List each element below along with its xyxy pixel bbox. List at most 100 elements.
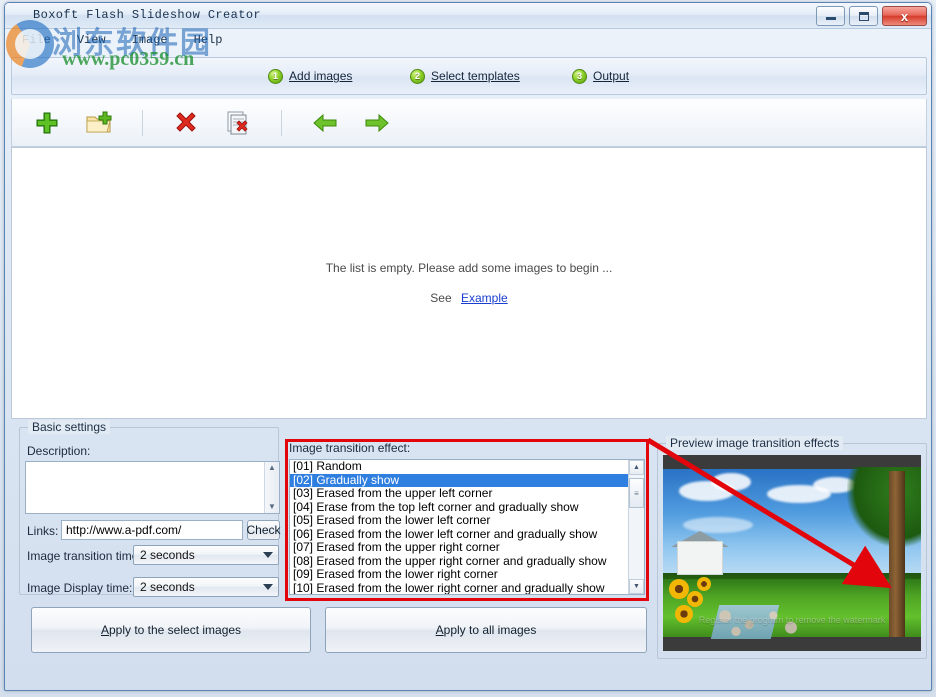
arrow-right-icon [364,112,390,134]
menu-item-view[interactable]: View [73,32,110,48]
step-2-text: elect templates [439,69,520,83]
add-folder-button[interactable] [82,106,116,140]
scroll-down-icon[interactable]: ▼ [268,501,276,513]
apply-all-text: pply to all images [444,623,537,637]
document-delete-icon [224,109,252,137]
toolbar-separator-1 [142,110,143,136]
cloud-shape [711,473,751,491]
transition-effect-list[interactable]: [01] Random [02] Gradually show [03] Era… [289,459,645,595]
tree-canopy [847,467,921,547]
apply-selected-label: Apply to the select images [101,623,241,637]
maximize-icon [859,12,869,21]
close-button[interactable]: x [882,6,927,26]
description-scrollbar[interactable]: ▲ ▼ [264,462,279,513]
display-time-label: Image Display time: [27,581,132,595]
step-1-label: Add images [289,69,352,83]
list-item[interactable]: [08] Erased from the upper right corner … [290,555,644,569]
menu-item-image[interactable]: Image [128,32,172,48]
sunflower-shape [687,591,703,607]
basic-settings-title: Basic settings [28,420,110,434]
apply-selected-accel: A [101,623,109,637]
red-x-icon [173,110,199,136]
list-item[interactable]: [03] Erased from the upper left corner [290,487,644,501]
display-time-select[interactable]: 2 seconds [133,577,279,597]
transition-time-value: 2 seconds [140,548,195,562]
list-item[interactable]: [10] Erased from the lower right corner … [290,582,644,596]
step-1-text: dd images [297,69,352,83]
minimize-icon [826,17,836,20]
sunflower-shape [697,577,711,591]
step-3-badge: 3 [572,69,587,84]
sunflower-shape [669,579,689,599]
effect-list-scrollbar[interactable]: ▲ ≡ ▼ [628,460,644,594]
apply-all-accel: A [436,623,444,637]
list-item[interactable]: [04] Erase from the top left corner and … [290,501,644,515]
step-3-text: utput [602,69,629,83]
apply-to-all-button[interactable]: Apply to all images [325,607,647,653]
apply-selected-text: pply to the select images [109,623,241,637]
move-left-button[interactable] [308,106,342,140]
list-item-selected[interactable]: [02] Gradually show [290,474,644,488]
example-row: See Example [430,291,507,305]
arrow-left-icon [312,112,338,134]
list-item[interactable]: [01] Random [290,460,644,474]
description-label: Description: [27,444,90,458]
transition-effect-label: Image transition effect: [289,441,410,455]
transition-time-label: Image transition time: [27,549,142,563]
image-list-area[interactable]: The list is empty. Please add some image… [11,147,927,419]
maximize-button[interactable] [849,6,878,26]
transition-time-select[interactable]: 2 seconds [133,545,279,565]
apply-to-selected-button[interactable]: Apply to the select images [31,607,311,653]
title-bar: Boxoft Flash Slideshow Creator x [5,3,931,29]
application-window: Boxoft Flash Slideshow Creator x File Vi… [0,0,936,697]
folder-add-icon [85,110,113,136]
main-window: Boxoft Flash Slideshow Creator x File Vi… [4,2,932,691]
close-icon: x [901,10,908,23]
clear-list-button[interactable] [221,106,255,140]
window-controls: x [816,6,927,26]
apply-all-label: Apply to all images [436,623,537,637]
minimize-button[interactable] [816,6,845,26]
links-label: Links: [27,524,58,538]
add-image-button[interactable] [30,106,64,140]
see-label: See [430,291,451,305]
display-time-value: 2 seconds [140,580,195,594]
menu-item-help[interactable]: Help [190,32,227,48]
transition-effect-panel: Image transition effect: [01] Random [02… [289,443,645,595]
example-link[interactable]: Example [461,291,508,305]
step-1-badge: 1 [268,69,283,84]
main-toolbar [11,99,927,147]
menu-item-file[interactable]: File [18,32,55,48]
step-1-accel: A [289,69,297,83]
list-item[interactable]: [06] Erased from the lower left corner a… [290,528,644,542]
scroll-down-arrow-icon[interactable]: ▼ [629,579,644,594]
preview-image[interactable]: Register the program to remove the water… [663,455,921,651]
step-2-badge: 2 [410,69,425,84]
scroll-up-icon[interactable]: ▲ [268,462,276,474]
list-item[interactable]: [07] Erased from the upper right corner [290,541,644,555]
step-select-templates[interactable]: 2 Select templates [410,69,520,84]
step-2-accel: S [431,69,439,83]
step-2-label: Select templates [431,69,520,83]
description-input[interactable]: ▲ ▼ [25,461,280,514]
links-input[interactable]: http://www.a-pdf.com/ [61,520,243,540]
preview-watermark-text: Register the program to remove the water… [663,615,921,625]
chevron-down-icon [263,552,273,558]
menu-bar: File View Image Help [6,30,932,50]
step-add-images[interactable]: 1 Add images [268,69,352,84]
house-shape [677,541,723,575]
delete-image-button[interactable] [169,106,203,140]
scroll-up-arrow-icon[interactable]: ▲ [629,460,644,475]
step-3-label: Output [593,69,629,83]
move-right-button[interactable] [360,106,394,140]
preview-group-title: Preview image transition effects [666,436,843,450]
check-button[interactable]: Check [247,520,280,540]
window-title: Boxoft Flash Slideshow Creator [33,8,261,22]
scrollbar-thumb[interactable]: ≡ [629,478,644,508]
wizard-step-bar: 1 Add images 2 Select templates 3 Output [11,57,927,95]
list-item[interactable]: [05] Erased from the lower left corner [290,514,644,528]
list-item[interactable]: [09] Erased from the lower right corner [290,568,644,582]
tree-trunk [889,471,905,637]
step-output[interactable]: 3 Output [572,69,629,84]
step-3-accel: O [593,69,602,83]
